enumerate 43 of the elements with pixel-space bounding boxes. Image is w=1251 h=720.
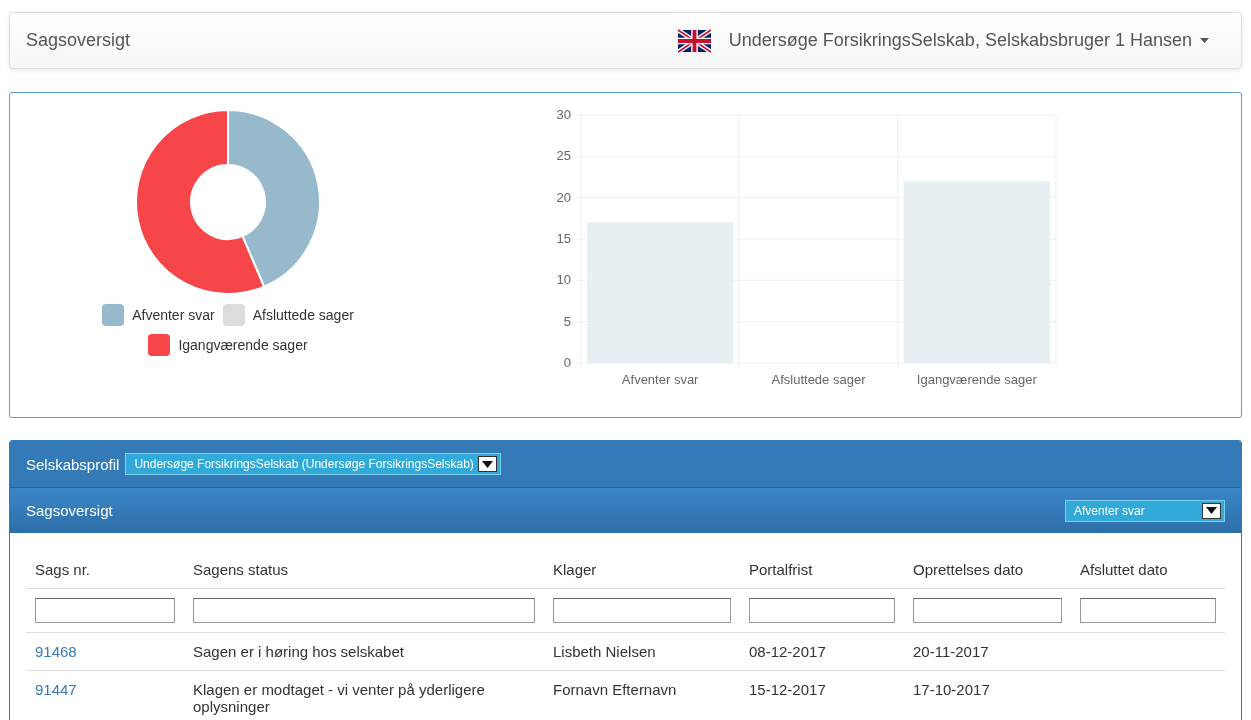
column-header[interactable]: Klager — [544, 549, 740, 589]
table-cell: Klagen er modtaget - vi venter på yderligere oplysninger — [193, 681, 485, 715]
filter-field[interactable] — [193, 598, 535, 623]
column-header[interactable]: Oprettelses dato — [904, 549, 1071, 589]
case-link[interactable]: 91447 — [35, 681, 77, 698]
table-cell: Lisbeth Nielsen — [553, 643, 656, 660]
column-header[interactable]: Sagens status — [184, 549, 544, 589]
table-cell: Fornavn Efternavn — [553, 681, 677, 698]
case-link[interactable]: 91468 — [35, 643, 77, 660]
panel-title: Sagsoversigt — [26, 502, 113, 519]
filter-field[interactable] — [553, 598, 731, 623]
axis-tick-label: 25 — [556, 148, 571, 164]
flag-icon — [677, 28, 711, 53]
column-header[interactable]: Sags nr. — [26, 549, 184, 589]
axis-category-label: Afsluttede sager — [771, 372, 866, 387]
axis-tick-label: 5 — [563, 313, 571, 329]
filter-field[interactable] — [749, 598, 895, 623]
profile-label: Selskabsprofil — [26, 455, 120, 473]
caret-icon — [477, 456, 497, 472]
table-cell: 17-10-2017 — [913, 681, 990, 698]
caret-icon — [1202, 502, 1221, 519]
axis-tick-label: 20 — [556, 189, 571, 205]
legend-label: Afventer svar — [132, 307, 215, 323]
table-cell: 15-12-2017 — [749, 681, 826, 698]
filter-field[interactable] — [913, 598, 1062, 623]
legend-label: Igangværende sager — [178, 337, 308, 353]
axis-category-label: Afventer svar — [621, 372, 699, 387]
table-cell: 20-11-2017 — [913, 643, 989, 660]
axis-tick-label: 0 — [563, 355, 571, 370]
caret-icon — [1200, 38, 1209, 43]
navbar-title: Sagsoversigt — [26, 30, 131, 51]
axis-tick-label: 15 — [556, 231, 571, 246]
column-header[interactable]: Afsluttet dato — [1071, 549, 1225, 589]
legend-label: Afsluttede sager — [252, 307, 354, 323]
table-cell: Sagen er i høring hos selskabet — [193, 643, 404, 660]
axis-tick-label: 10 — [556, 272, 571, 288]
axis-tick-label: 30 — [556, 107, 571, 122]
column-header[interactable]: Portalfrist — [740, 549, 904, 589]
user-menu[interactable]: Undersøge ForsikringsSelskab, Selskabsbruger 1 Hansen — [728, 30, 1209, 51]
filter-field[interactable] — [35, 598, 175, 623]
table-cell: 08-12-2017 — [749, 643, 826, 660]
filter-field[interactable] — [1080, 598, 1216, 623]
axis-category-label: Igangværende sager — [916, 372, 1037, 387]
